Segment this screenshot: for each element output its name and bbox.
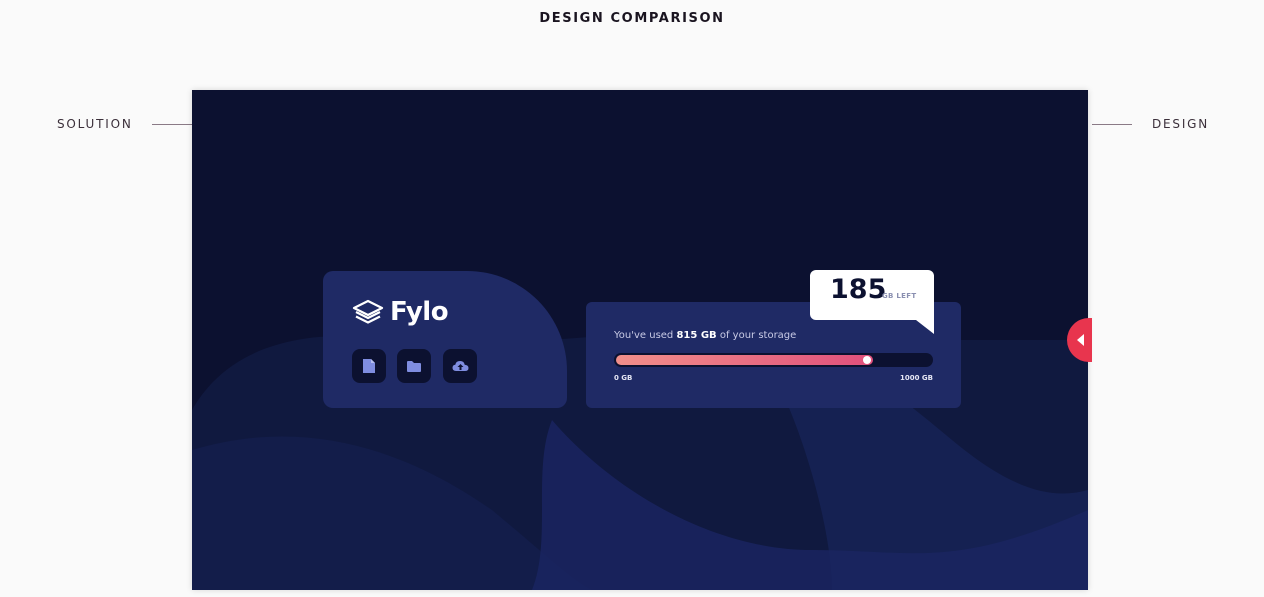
storage-progress-bar bbox=[614, 353, 933, 367]
remaining-unit: GB LEFT bbox=[882, 292, 917, 300]
usage-suffix: of your storage bbox=[716, 330, 797, 341]
fylo-logo: Fylo bbox=[352, 297, 449, 327]
min-label: 0 GB bbox=[614, 374, 633, 382]
storage-usage-text: You've used 815 GB of your storage bbox=[614, 330, 796, 341]
comparison-frame: Fylo You've used 815 GB of your storage bbox=[192, 90, 1088, 590]
callout-tail bbox=[916, 320, 934, 334]
fylo-logo-icon bbox=[352, 299, 384, 324]
design-label: DESIGN bbox=[1152, 117, 1210, 131]
usage-prefix: You've used bbox=[614, 330, 677, 341]
document-button[interactable] bbox=[352, 349, 386, 383]
upload-icon bbox=[452, 361, 468, 371]
folder-icon bbox=[407, 360, 421, 372]
page-title: DESIGN COMPARISON bbox=[539, 11, 725, 26]
used-amount: 815 GB bbox=[676, 330, 717, 341]
solution-divider bbox=[152, 124, 192, 125]
remaining-value: 185 bbox=[830, 274, 887, 305]
upload-button[interactable] bbox=[443, 349, 477, 383]
design-divider bbox=[1092, 124, 1132, 125]
remaining-callout: 185 GB LEFT bbox=[810, 270, 934, 320]
chevron-left-icon bbox=[1077, 334, 1084, 346]
fylo-logo-text: Fylo bbox=[390, 297, 449, 327]
solution-label: SOLUTION bbox=[57, 117, 133, 131]
document-icon bbox=[363, 359, 375, 373]
max-label: 1000 GB bbox=[899, 374, 933, 382]
folder-button[interactable] bbox=[397, 349, 431, 383]
progress-knob bbox=[863, 356, 871, 364]
storage-progress-fill bbox=[616, 355, 873, 365]
